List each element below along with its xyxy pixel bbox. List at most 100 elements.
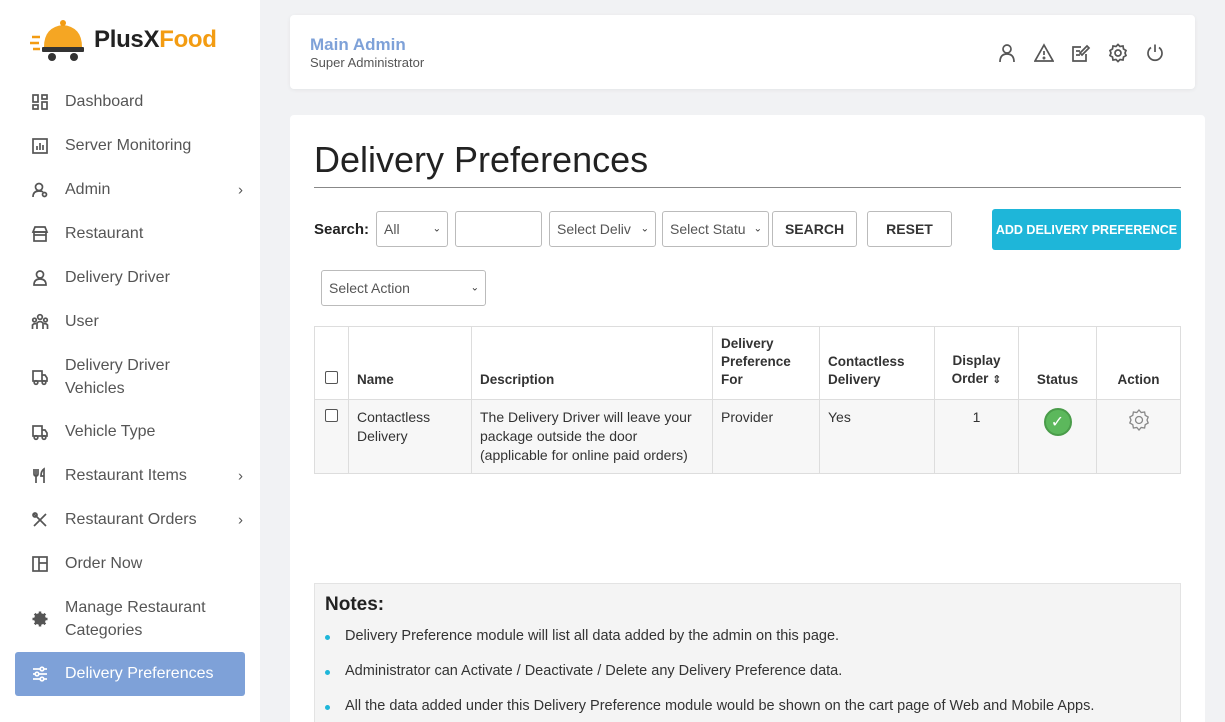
notes-panel: Notes: Delivery Preference module will l… [314, 583, 1181, 722]
search-field-value: All [384, 221, 400, 237]
sidebar-item-delivery-driver-vehicles[interactable]: Delivery Driver Vehicles [15, 344, 245, 410]
sidebar-item-server-monitoring[interactable]: Server Monitoring [15, 124, 245, 168]
col-display-order[interactable]: Display Order ⇕ [934, 326, 1019, 400]
category-gear-icon [31, 610, 49, 628]
sidebar-item-label: Dashboard [65, 93, 144, 110]
fork-knife-icon [31, 467, 49, 485]
brand-logo[interactable]: PlusXFood [30, 16, 217, 64]
select-all-checkbox[interactable] [325, 371, 338, 384]
order-icon [31, 555, 49, 573]
gear-icon[interactable] [1127, 409, 1151, 435]
list-item: All the data added under this Delivery P… [325, 698, 1165, 722]
sidebar-item-restaurant[interactable]: Restaurant [15, 212, 245, 256]
col-name[interactable]: Name [348, 326, 472, 400]
chevron-down-icon: ⌄ [432, 223, 441, 235]
edit-note-icon[interactable] [1071, 43, 1091, 63]
chevron-down-icon: ⌄ [753, 223, 762, 235]
reset-button[interactable]: RESET [867, 211, 952, 247]
notes-list: Delivery Preference module will list all… [325, 628, 1165, 722]
driver-icon [31, 269, 49, 287]
food-truck-logo-icon [30, 17, 86, 63]
col-status: Status [1018, 326, 1097, 400]
table-header-row: Name Description Delivery Preference For… [314, 326, 1181, 400]
sort-icon[interactable]: ⇕ [992, 374, 1001, 386]
sidebar-item-label: Manage Restaurant Categories [65, 599, 206, 639]
page-title: Delivery Preferences [314, 139, 649, 180]
admin-role: Super Administrator [310, 55, 425, 70]
sidebar-item-restaurant-items[interactable]: Restaurant Items › [15, 454, 245, 498]
sidebar-item-label: Order Now [65, 555, 143, 572]
settings-gear-icon[interactable] [1108, 43, 1128, 63]
active-check-icon[interactable]: ✓ [1043, 408, 1072, 436]
notes-title: Notes: [325, 594, 385, 615]
title-divider [314, 187, 1181, 188]
col-contactless[interactable]: Contactless Delivery [819, 326, 935, 400]
sidebar-item-label: User [65, 313, 99, 330]
row-pref-for: Provider [712, 399, 820, 474]
row-checkbox[interactable] [325, 409, 338, 422]
brand-name: PlusXFood [94, 26, 217, 54]
profile-icon[interactable] [997, 43, 1017, 63]
col-description[interactable]: Description [471, 326, 713, 400]
main-content: Delivery Preferences Search: All ⌄ Selec… [290, 115, 1205, 722]
sidebar-item-admin[interactable]: Admin › [15, 168, 245, 212]
search-field-select[interactable]: All ⌄ [376, 211, 448, 247]
sidebar-item-delivery-driver[interactable]: Delivery Driver [15, 256, 245, 300]
sidebar-item-dashboard[interactable]: Dashboard [15, 80, 245, 124]
row-contactless: Yes [819, 399, 935, 474]
sidebar-nav: Dashboard Server Monitoring Admin › Rest… [15, 80, 245, 696]
sidebar-item-label: Admin [65, 181, 111, 198]
col-pref-for[interactable]: Delivery Preference For [712, 326, 820, 400]
alert-icon[interactable] [1033, 43, 1055, 63]
brand-name-part1: PlusX [94, 26, 160, 53]
table-row: Contactless Delivery The Delivery Driver… [314, 399, 1181, 474]
sidebar-item-label: Restaurant Items [65, 467, 187, 484]
row-name: Contactless Delivery [348, 399, 472, 474]
delivery-pref-for-value: Select Deliv [557, 221, 631, 237]
store-icon [31, 225, 49, 243]
sidebar-item-delivery-preferences[interactable]: Delivery Preferences [15, 652, 245, 696]
power-icon[interactable] [1145, 43, 1165, 63]
admin-name[interactable]: Main Admin [310, 35, 406, 55]
sidebar-item-order-now[interactable]: Order Now [15, 542, 245, 586]
row-action-cell [1096, 399, 1181, 474]
chevron-right-icon: › [238, 467, 243, 485]
brand-name-part2: Food [159, 26, 217, 53]
bulk-action-select[interactable]: Select Action ⌄ [321, 270, 486, 306]
sidebar-item-user[interactable]: User [15, 300, 245, 344]
chevron-right-icon: › [238, 181, 243, 199]
select-all-header [314, 326, 349, 400]
delivery-pref-for-select[interactable]: Select Deliv ⌄ [549, 211, 656, 247]
sidebar-item-label: Delivery Driver [65, 269, 170, 286]
sidebar-item-label: Restaurant [65, 225, 144, 242]
dashboard-icon [31, 93, 49, 111]
header-actions [980, 43, 1165, 63]
users-icon [31, 313, 49, 331]
status-select-value: Select Statu [670, 221, 746, 237]
sliders-icon [31, 665, 49, 683]
row-status-cell: ✓ [1018, 399, 1097, 474]
col-action: Action [1096, 326, 1181, 400]
chevron-right-icon: › [238, 511, 243, 529]
add-delivery-preference-button[interactable]: ADD DELIVERY PREFERENCE [992, 209, 1181, 250]
status-select[interactable]: Select Statu ⌄ [662, 211, 769, 247]
search-button[interactable]: SEARCH [772, 211, 857, 247]
chevron-down-icon: ⌄ [470, 282, 479, 294]
sidebar-item-vehicle-type[interactable]: Vehicle Type [15, 410, 245, 454]
chevron-down-icon: ⌄ [640, 223, 649, 235]
row-description: The Delivery Driver will leave your pack… [471, 399, 713, 474]
row-select-cell [314, 399, 349, 474]
sidebar-item-label: Delivery Preferences [65, 665, 214, 682]
chart-icon [31, 137, 49, 155]
search-input[interactable] [455, 211, 542, 247]
row-display-order: 1 [934, 399, 1019, 474]
list-item: Administrator can Activate / Deactivate … [325, 663, 1165, 698]
sidebar: PlusXFood Dashboard Server Monitoring Ad… [0, 0, 260, 722]
sidebar-item-label: Restaurant Orders [65, 511, 197, 528]
admin-user-icon [31, 181, 49, 199]
vehicle-icon [31, 368, 49, 386]
utensils-cross-icon [31, 511, 49, 529]
sidebar-item-restaurant-orders[interactable]: Restaurant Orders › [15, 498, 245, 542]
sidebar-item-manage-restaurant-categories[interactable]: Manage Restaurant Categories [15, 586, 245, 652]
list-item: Delivery Preference module will list all… [325, 628, 1165, 663]
